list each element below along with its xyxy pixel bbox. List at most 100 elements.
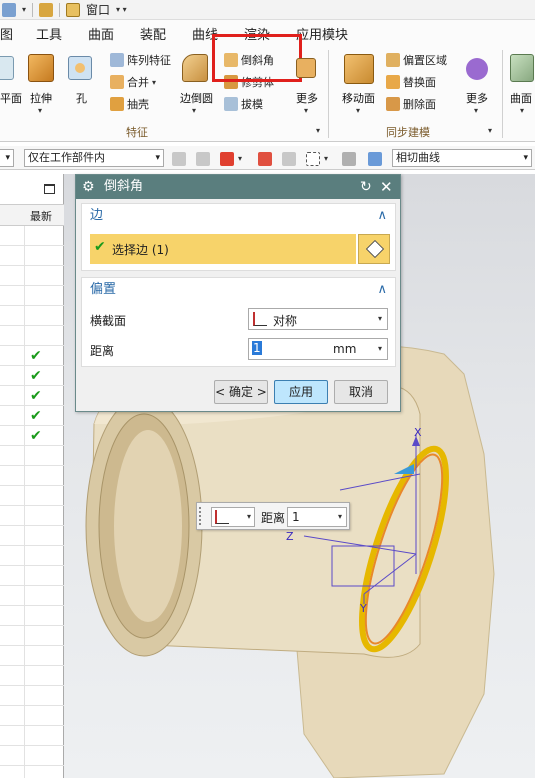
navigator-row[interactable] [0, 746, 64, 766]
navigator-row[interactable] [0, 486, 64, 506]
shell-button[interactable]: 抽壳 [110, 96, 149, 112]
navigator-row[interactable] [0, 646, 64, 666]
type-filter-select[interactable]: ▾ [0, 149, 14, 167]
cancel-button[interactable]: 取消 [334, 380, 388, 404]
more-sync-dropdown-icon[interactable]: ▾ [474, 106, 478, 115]
pen-icon[interactable] [39, 2, 54, 17]
window-menu[interactable]: 窗口 [86, 1, 110, 18]
more-features-dropdown-icon[interactable]: ▾ [304, 106, 308, 115]
menu-tools[interactable]: 工具 [36, 24, 62, 43]
select-faces-icon[interactable] [342, 152, 356, 166]
cross-section-select[interactable]: 对称 ▾ [248, 308, 388, 330]
maximize-icon[interactable] [44, 184, 55, 194]
navigator-row[interactable]: ✔ [0, 426, 64, 446]
handle-distance-input[interactable]: 1 ▾ [287, 507, 347, 527]
collapse-icon[interactable]: ∧ [377, 204, 387, 228]
group-expand-icon[interactable]: ▾ [488, 126, 492, 135]
menu-assembly[interactable]: 装配 [140, 24, 166, 43]
navigator-row[interactable] [0, 706, 64, 726]
navigator-row[interactable] [0, 546, 64, 566]
reset-icon[interactable]: ↻ [360, 175, 372, 199]
more-features-button[interactable]: 更多 [296, 90, 318, 106]
navigator-row[interactable] [0, 606, 64, 626]
dropdown-arrow-icon[interactable]: ▾ ▾ [116, 5, 127, 14]
draft-button[interactable]: 拔模 [224, 96, 263, 112]
navigator-row[interactable] [0, 326, 64, 346]
more-sync-button[interactable]: 更多 [466, 90, 488, 106]
navigator-row[interactable] [0, 246, 64, 266]
group-divider [502, 50, 503, 138]
surface-icon [510, 54, 534, 82]
navigator-row[interactable]: ✔ [0, 406, 64, 426]
delete-face-button[interactable]: 删除面 [386, 96, 436, 112]
close-icon[interactable]: ✕ [380, 175, 393, 199]
navigator-row[interactable]: ✔ [0, 366, 64, 386]
hole-button[interactable]: 孔 [76, 90, 87, 106]
offset-section-header[interactable]: 偏置 ∧ [82, 278, 395, 302]
plane-button[interactable]: 平面 [0, 90, 22, 106]
surface-dropdown-icon[interactable]: ▾ [520, 106, 524, 115]
offset-region-button[interactable]: 偏置区域 [386, 52, 447, 68]
edge-section-header[interactable]: 边 ∧ [82, 204, 395, 228]
ok-button[interactable]: < 确定 > [214, 380, 268, 404]
surface-button[interactable]: 曲面 [510, 90, 532, 106]
navigator-row[interactable] [0, 666, 64, 686]
window-icon[interactable] [66, 2, 81, 17]
selection-scope-select[interactable]: 仅在工作部件内 ▾ [24, 149, 164, 167]
navigator-row[interactable] [0, 306, 64, 326]
group-expand-icon[interactable]: ▾ [316, 126, 320, 135]
menu-application[interactable]: 应用模块 [296, 24, 348, 43]
curve-rule-select[interactable]: 相切曲线 ▾ [392, 149, 532, 167]
navigator-row[interactable] [0, 626, 64, 646]
navigator-row[interactable] [0, 506, 64, 526]
navigator-row[interactable] [0, 586, 64, 606]
separator [32, 2, 34, 17]
navigator-row[interactable] [0, 266, 64, 286]
handle-cross-section-select[interactable]: ▾ [211, 507, 255, 527]
move-face-dropdown-icon[interactable]: ▾ [356, 106, 360, 115]
point-filter-icon[interactable] [220, 152, 234, 166]
move-icon[interactable] [258, 152, 272, 166]
apply-button[interactable]: 应用 [274, 380, 328, 404]
extrude-button[interactable]: 拉伸 [30, 90, 52, 106]
ribbon: 平面 拉伸 ▾ 孔 阵列特征 合并 ▾ 抽壳 边倒圆 ▾ 倒斜角 修剪体 拔模 更… [0, 34, 535, 142]
navigator-row[interactable] [0, 566, 64, 586]
navigator-row[interactable] [0, 726, 64, 746]
dropdown-arrow-icon[interactable]: ▾ [22, 5, 26, 14]
navigator-row[interactable] [0, 466, 64, 486]
navigator-row[interactable] [0, 766, 64, 778]
select-body-icon[interactable] [368, 152, 382, 166]
rectangle-select-icon[interactable] [306, 152, 320, 166]
distance-input[interactable]: 1 mm ▾ [248, 338, 388, 360]
move-face-icon [344, 54, 374, 84]
navigator-row[interactable] [0, 286, 64, 306]
navigator-row[interactable] [0, 686, 64, 706]
navigator-row[interactable] [0, 226, 64, 246]
replace-face-button[interactable]: 替换面 [386, 74, 436, 90]
unite-button[interactable]: 合并 ▾ [110, 74, 156, 90]
menu-surface[interactable]: 曲面 [88, 24, 114, 43]
drag-handle-icon[interactable] [199, 507, 203, 525]
navigator-row[interactable]: ✔ [0, 386, 64, 406]
move-face-button[interactable]: 移动面 [342, 90, 375, 106]
collapse-icon[interactable]: ∧ [377, 278, 387, 302]
snap-point-icon[interactable] [196, 152, 210, 166]
select-edge-row[interactable]: ✔ 选择边 (1) [90, 234, 356, 264]
extrude-dropdown-icon[interactable]: ▾ [38, 106, 42, 115]
edge-blend-dropdown-icon[interactable]: ▾ [192, 106, 196, 115]
navigator-row[interactable] [0, 526, 64, 546]
pattern-feature-button[interactable]: 阵列特征 [110, 52, 171, 68]
dropdown-arrow-icon[interactable]: ▾ [238, 154, 242, 163]
up-to-date-check-icon: ✔ [30, 368, 42, 384]
unite-icon [110, 75, 124, 89]
edge-blend-button[interactable]: 边倒圆 [180, 90, 213, 106]
menu-view[interactable]: 图 [0, 24, 13, 43]
navigator-row[interactable]: ✔ [0, 346, 64, 366]
edge-selection-button[interactable] [358, 234, 390, 264]
undo-icon[interactable] [2, 2, 16, 17]
navigator-row[interactable] [0, 446, 64, 466]
dropdown-arrow-icon[interactable]: ▾ [324, 154, 328, 163]
snap-icon[interactable] [172, 152, 186, 166]
axis-x-label: X [414, 426, 422, 439]
filter-icon[interactable] [282, 152, 296, 166]
